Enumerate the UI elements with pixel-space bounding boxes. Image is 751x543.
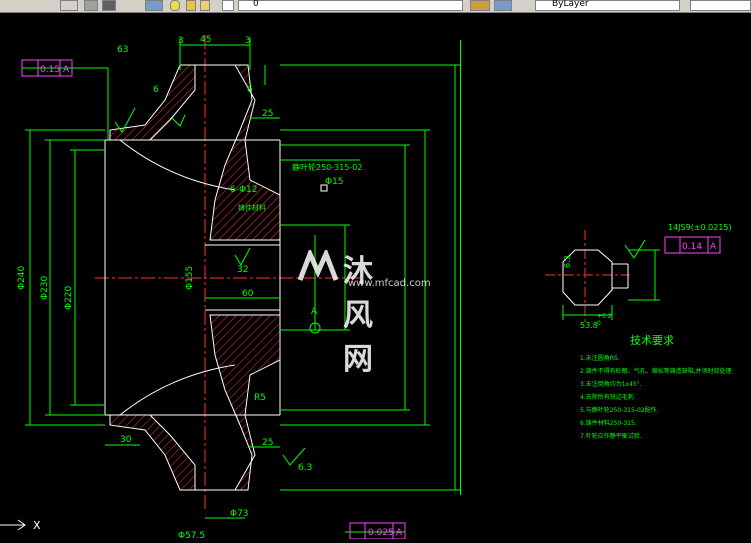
match-layer-icon[interactable] [494,0,512,11]
dim-R5-label: R5 [254,393,266,403]
watermark-logo [298,250,338,281]
dim-63-label: 63 [117,45,128,55]
dim-45-label: 45 [200,35,211,45]
drawing-canvas[interactable]: 63 3 3 6 6 25 25 60 32 30 R5 6.3 Φ73 Φ57… [0,13,751,541]
dia-155-label: Φ155 [185,266,195,290]
layer-value: 0 [253,0,259,9]
dim-3a-label: 3 [178,36,184,46]
lock-icon[interactable] [200,0,210,11]
keyway-detail [562,249,629,306]
notes-list: 1.未注圆角R5. 2.铸件不得有砂眼、气孔、缩松等铸造缺陷,并须时效处理. 3… [580,354,734,440]
ftol2-value: 0.025 [368,528,394,538]
material-note-label: 铸件材料 [238,203,266,212]
note-item: 3.未注倒角均为1x45°. [580,380,642,388]
layer-toolbar: 0 ByLayer [0,0,751,13]
sun-icon[interactable] [186,0,196,11]
label-A: A [311,307,318,317]
drawing-svg: 63 3 3 6 6 25 25 60 32 30 R5 6.3 Φ73 Φ57… [0,35,734,541]
dim-53-label: 53.8 [580,321,598,330]
ucs-icon [0,519,26,531]
form-tol-ref: A [710,242,717,252]
dia-230-label: Φ230 [40,275,50,300]
dim-30-label: 30 [120,435,132,445]
note-item: 5.与静叶轮250-315-02配作. [580,406,659,414]
bolt-callout-label: 6-Φ12 [230,185,258,195]
grid-icon[interactable] [84,0,98,11]
dia-73-label: Φ73 [230,509,249,519]
dim-60-label: 60 [242,289,254,299]
roughness-label: 6.3 [563,255,572,268]
note-item: 4.去除所有锐边毛刺. [580,393,636,401]
dim-6a-label: 6 [153,85,159,95]
form-tol-value: 0.14 [682,242,702,252]
dropdown-arrow-button[interactable] [60,0,78,11]
dim-25a-label: 25 [262,109,273,119]
layer-icon[interactable] [145,0,163,11]
model-ref-label: 静叶轮250-315-02 [292,162,363,172]
note-item: 2.铸件不得有砂眼、气孔、缩松等铸造缺陷,并须时效处理. [580,367,734,375]
ftol-value: 0.15 [40,65,60,75]
note-item: 6.铸件材料250-315. [580,419,637,427]
dim-bottom-label: Φ57.5 [178,531,205,539]
ftol2-ref: A [396,528,403,538]
watermark-brand: 沐风网 [343,254,375,377]
dim-63-bottom-label: 6.3 [298,463,312,473]
ucs-x-label: X [33,519,41,532]
dim-25b-label: 25 [262,438,273,448]
lineweight-dropdown[interactable] [690,0,751,11]
bulb-icon[interactable] [170,0,180,11]
dim-32-label: 32 [237,265,248,275]
layer-dropdown[interactable]: 0 [238,0,463,11]
color-icon[interactable] [222,0,234,11]
dia-15-label: Φ15 [325,177,344,187]
ftol-ref: A [63,65,70,75]
notes-title: 技术要求 [630,334,674,347]
dim-3b-label: 3 [245,36,251,46]
dia-220-label: Φ220 [64,285,74,310]
linetype-dropdown[interactable]: ByLayer [535,0,680,11]
frame-line [460,40,461,495]
dim-tol-zero: 0 [597,320,601,327]
note-item: 1.未注圆角R5. [580,354,620,362]
dim-6b-label: 6 [247,85,253,95]
watermark-url: www.mfcad.com [348,278,431,289]
note-item: 7.叶轮应作静平衡试验. [580,432,642,440]
layer-state-icon[interactable] [470,0,490,11]
linetype-value: ByLayer [552,0,589,9]
save-icon[interactable] [102,0,116,11]
keyway-tol-label: 14JS9(±0.0215) [668,223,732,232]
dia-240-label: Φ240 [17,265,27,290]
dim-tol-plus: +0.2 [597,313,612,320]
